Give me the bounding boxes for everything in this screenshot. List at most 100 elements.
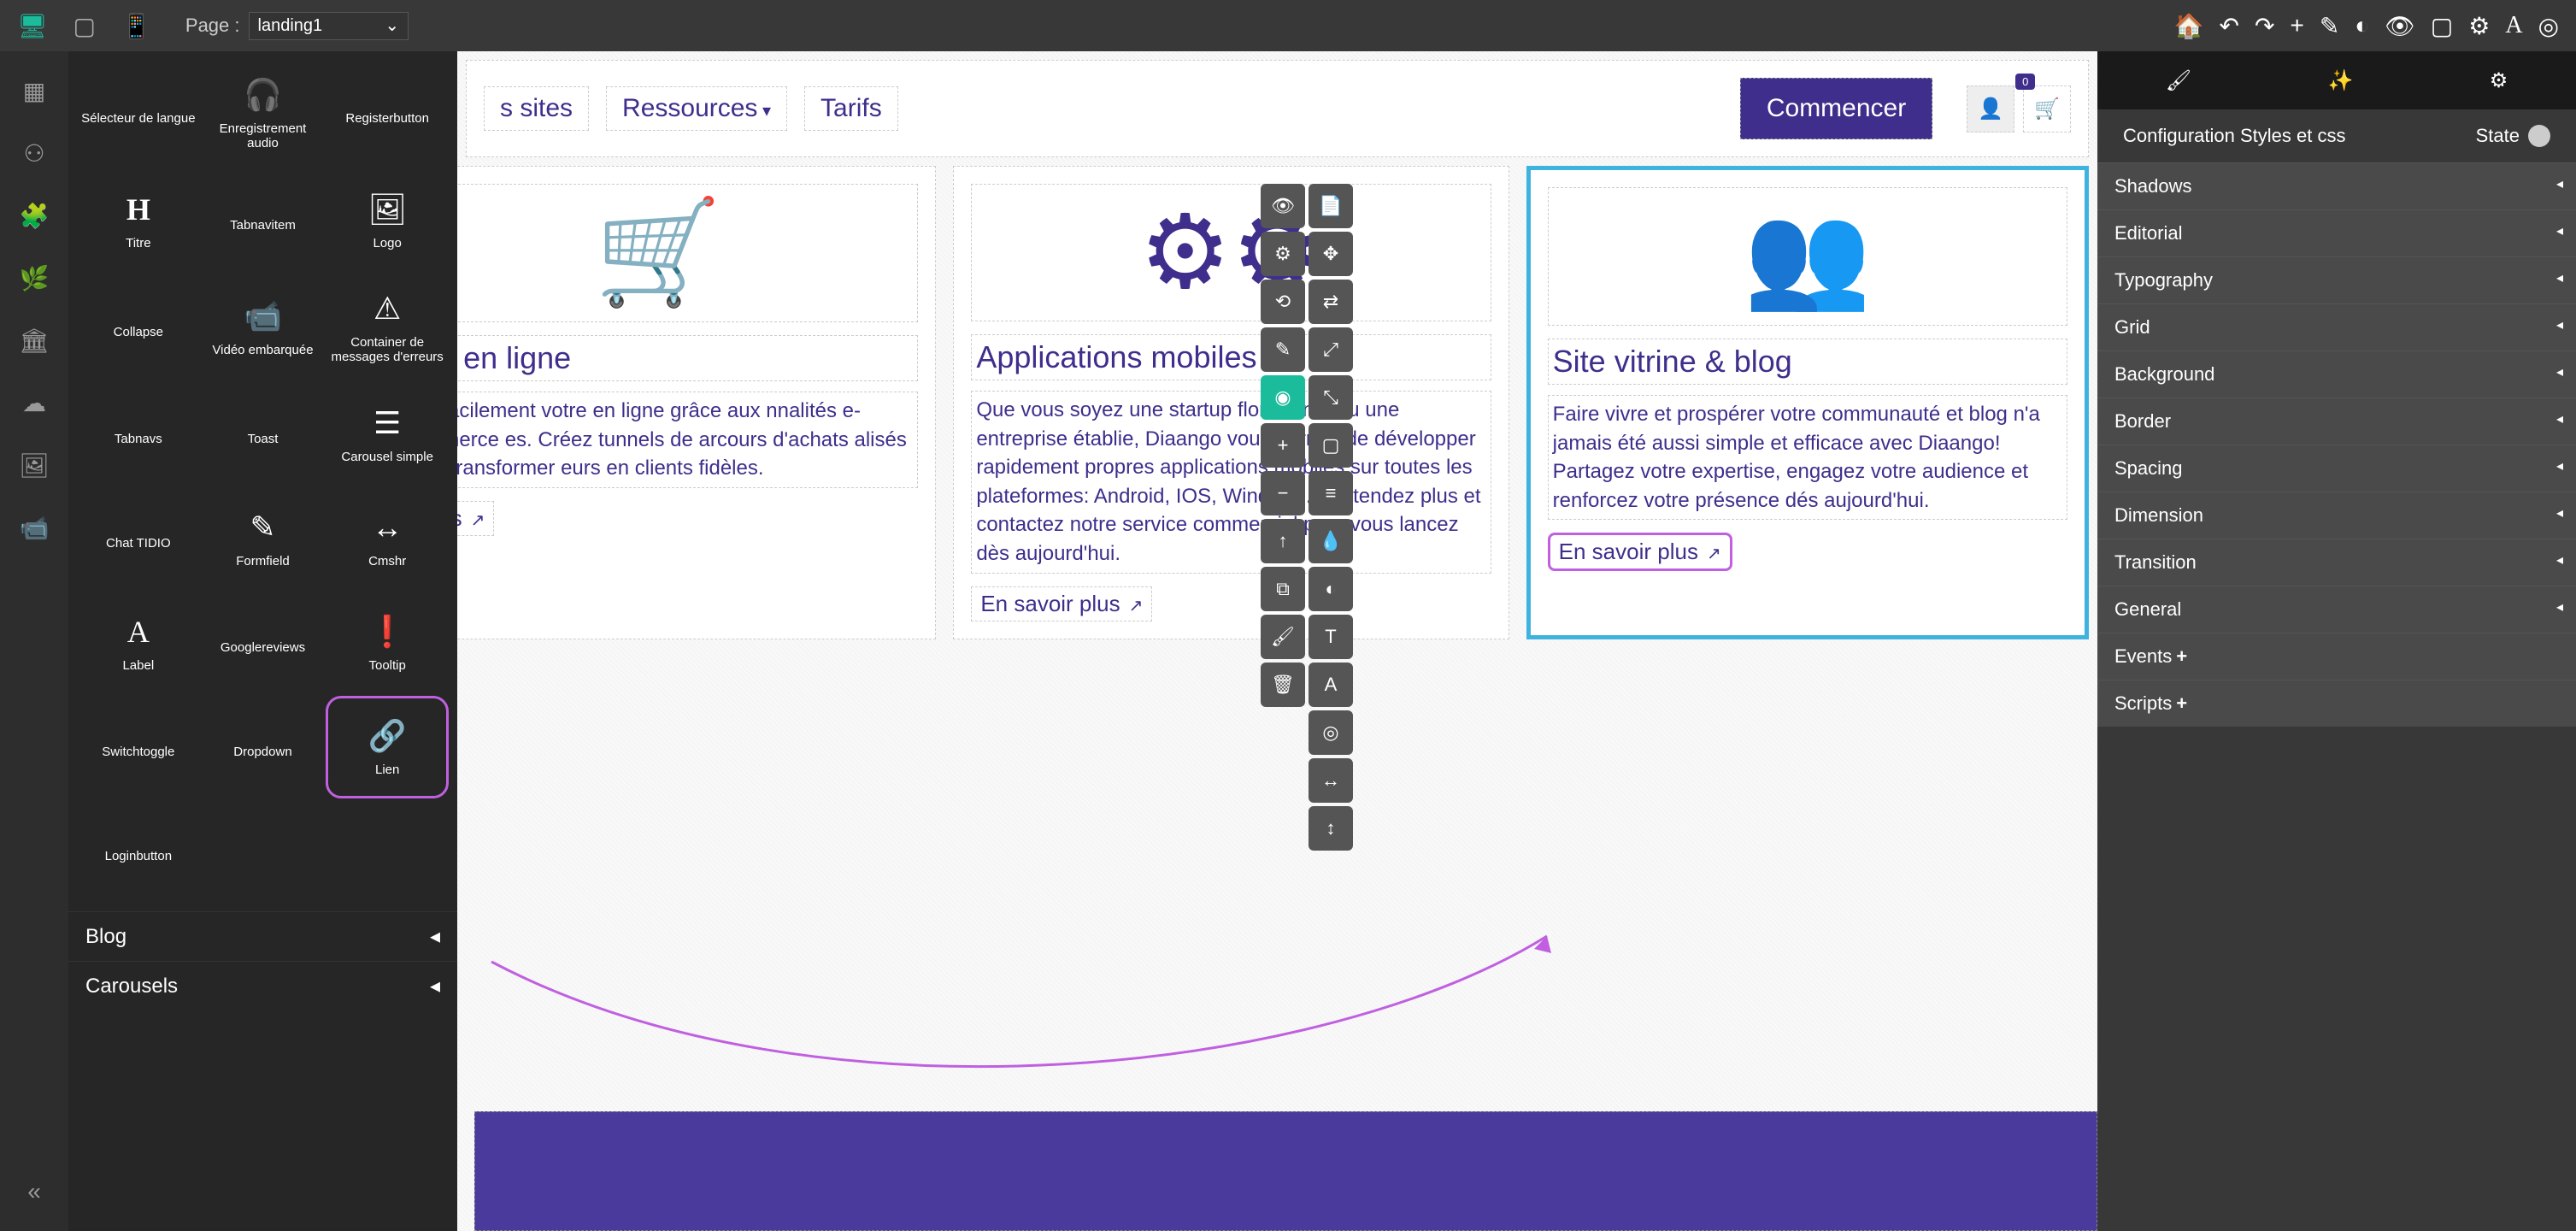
redo-icon[interactable]: ↷ — [2255, 12, 2274, 40]
leaf-icon[interactable]: 🌿 — [20, 264, 50, 292]
comp-container-erreurs[interactable]: ⚠Container de messages d'erreurs — [326, 274, 449, 381]
prop-events[interactable]: Events+ — [2097, 633, 2576, 680]
mobile-icon[interactable]: 📱 — [121, 12, 151, 40]
horiz-arrows-icon[interactable]: ↔ — [1309, 758, 1353, 803]
collapse-diag-icon[interactable]: ⤡ — [1309, 375, 1353, 420]
copy-icon[interactable]: ⧉ — [1261, 567, 1305, 611]
align-icon[interactable]: ≡ — [1309, 471, 1353, 515]
edit-icon[interactable]: ✎ — [2320, 12, 2339, 40]
text-icon[interactable]: T — [1309, 615, 1353, 659]
prop-transition[interactable]: Transition — [2097, 539, 2576, 586]
minus-icon[interactable]: − — [1261, 471, 1305, 515]
pencil-icon[interactable]: ✎ — [1261, 327, 1305, 372]
comp-tabnavitem[interactable]: Tabnavitem — [202, 169, 325, 272]
prop-editorial[interactable]: Editorial — [2097, 209, 2576, 256]
up-icon[interactable]: ↑ — [1261, 519, 1305, 563]
comp-chat-tidio[interactable]: Chat TIDIO — [77, 487, 200, 590]
footer-section[interactable] — [474, 1111, 2097, 1231]
card-link[interactable]: En savoir plus↗ — [971, 586, 1152, 621]
plus-icon[interactable]: + — [2290, 12, 2303, 39]
circle-tool-icon[interactable]: ◎ — [1309, 710, 1353, 755]
comp-label[interactable]: ALabel — [77, 592, 200, 694]
add-icon[interactable]: + — [1261, 423, 1305, 468]
wand-icon[interactable]: ✨ — [2328, 68, 2354, 93]
video-icon[interactable]: 📹 — [20, 514, 50, 542]
bank-icon[interactable]: 🏛 — [19, 327, 50, 355]
vert-arrows-icon[interactable]: ↕ — [1309, 806, 1353, 851]
collapse-nav-icon[interactable]: « — [27, 1178, 41, 1205]
prop-border[interactable]: Border — [2097, 398, 2576, 445]
refresh-icon[interactable]: ⟲ — [1261, 280, 1305, 324]
box-icon[interactable]: ▢ — [1309, 423, 1353, 468]
desktop-icon[interactable]: 🖥 — [17, 12, 48, 40]
file-icon[interactable]: 📄 — [1309, 184, 1353, 228]
prop-grid[interactable]: Grid — [2097, 303, 2576, 350]
tablet-icon[interactable]: ▢ — [74, 12, 96, 40]
section-blog[interactable]: Blog◂ — [68, 911, 457, 961]
card-applications[interactable]: ⚙⚙ Applications mobiles Que vous soyez u… — [953, 166, 1509, 639]
user-icon[interactable]: 👤 — [1967, 85, 2014, 133]
prop-shadows[interactable]: Shadows — [2097, 162, 2576, 209]
comp-lien[interactable]: 🔗Lien — [326, 696, 449, 798]
card-boutique[interactable]: 🛒 que en ligne pez facilement votre en l… — [457, 166, 936, 639]
comp-toast[interactable]: Toast — [202, 383, 325, 486]
comp-collapse[interactable]: Collapse — [77, 274, 200, 381]
move-icon[interactable]: ✥ — [1309, 232, 1353, 276]
comp-registerbutton[interactable]: Registerbutton — [326, 60, 449, 168]
home-icon[interactable]: 🏠 — [2174, 12, 2204, 40]
settings-icon[interactable]: ⚙ — [1261, 232, 1305, 276]
tree-icon[interactable]: ⚇ — [23, 139, 44, 168]
nav-ressources[interactable]: Ressources — [606, 86, 787, 131]
page-dropdown[interactable]: landing1 — [249, 12, 409, 40]
prop-general[interactable]: General — [2097, 586, 2576, 633]
commencer-button[interactable]: Commencer — [1740, 78, 1932, 139]
card-link-selected[interactable]: En savoir plus↗ — [1548, 533, 1732, 571]
comp-titre[interactable]: HTitre — [77, 169, 200, 272]
comp-tabnavs[interactable]: Tabnavs — [77, 383, 200, 486]
target-icon[interactable]: ◎ — [2538, 12, 2559, 40]
cart-icon[interactable]: 🛒0 — [2023, 85, 2071, 133]
font-icon[interactable]: A — [2505, 12, 2522, 39]
expand-icon[interactable]: ⤢ — [1309, 327, 1353, 372]
contrast-icon[interactable]: ◐ — [2355, 12, 2369, 39]
gear-icon[interactable]: ⚙ — [2490, 68, 2508, 93]
comp-logo[interactable]: 🖼Logo — [326, 169, 449, 272]
state-toggle[interactable]: State — [2476, 125, 2550, 147]
prop-typography[interactable]: Typography — [2097, 256, 2576, 303]
comp-formfield[interactable]: ✎Formfield — [202, 487, 325, 590]
prop-background[interactable]: Background — [2097, 350, 2576, 398]
puzzle-icon[interactable]: 🧩 — [20, 202, 50, 230]
comp-cmshr[interactable]: ↔Cmshr — [326, 487, 449, 590]
prop-dimension[interactable]: Dimension — [2097, 492, 2576, 539]
comp-loginbutton[interactable]: Loginbutton — [77, 800, 200, 903]
half-icon[interactable]: ◐ — [1309, 567, 1353, 611]
prop-scripts[interactable]: Scripts+ — [2097, 680, 2576, 727]
trash-icon[interactable]: 🗑 — [1261, 663, 1305, 707]
undo-icon[interactable]: ↶ — [2220, 12, 2239, 40]
comp-carousel-simple[interactable]: ☰Carousel simple — [326, 383, 449, 486]
comp-switchtoggle[interactable]: Switchtoggle — [77, 696, 200, 798]
selected-tool-icon[interactable]: ◉ — [1261, 375, 1305, 420]
comp-googlereviews[interactable]: Googlereviews — [202, 592, 325, 694]
eye-icon[interactable]: 👁 — [2385, 12, 2415, 40]
cloud-icon[interactable]: ☁ — [22, 389, 46, 417]
comp-selecteur-langue[interactable]: Sélecteur de langue — [77, 60, 200, 168]
section-carousels[interactable]: Carousels◂ — [68, 961, 457, 1010]
grid-icon[interactable]: ▦ — [23, 77, 45, 105]
brush-icon[interactable]: 🖌 — [1261, 615, 1305, 659]
image-icon[interactable]: 🖼 — [19, 451, 50, 480]
card-site-vitrine[interactable]: 👥 Site vitrine & blog Faire vivre et pro… — [1526, 166, 2089, 639]
comp-tooltip[interactable]: ❗Tooltip — [326, 592, 449, 694]
comp-enregistrement-audio[interactable]: 🎧Enregistrement audio — [202, 60, 325, 168]
prop-spacing[interactable]: Spacing — [2097, 445, 2576, 492]
square-icon[interactable]: ▢ — [2431, 12, 2453, 40]
comp-video-embarquee[interactable]: 📹Vidéo embarquée — [202, 274, 325, 381]
brush-icon[interactable]: 🖌 — [2166, 68, 2191, 93]
gear-icon[interactable]: ⚙ — [2468, 12, 2490, 40]
font-tool-icon[interactable]: A — [1309, 663, 1353, 707]
nav-sites[interactable]: s sites — [484, 86, 589, 131]
nav-tarifs[interactable]: Tarifs — [804, 86, 898, 131]
visibility-icon[interactable]: 👁 — [1261, 184, 1305, 228]
drop-icon[interactable]: 💧 — [1309, 519, 1353, 563]
swap-icon[interactable]: ⇄ — [1309, 280, 1353, 324]
